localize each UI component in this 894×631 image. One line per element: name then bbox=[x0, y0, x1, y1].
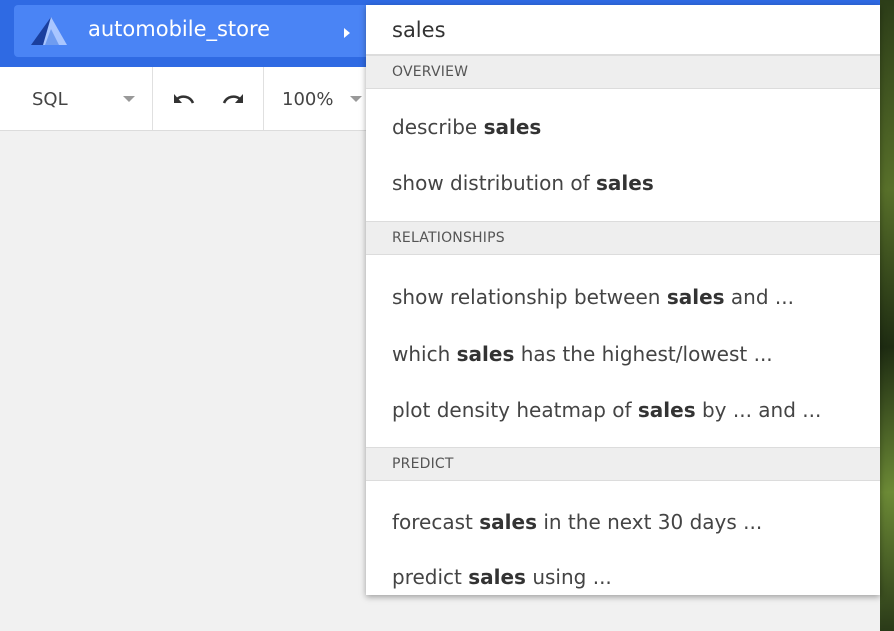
undo-icon[interactable] bbox=[171, 89, 197, 109]
section-header-label: RELATIONSHIPS bbox=[392, 230, 505, 246]
redo-icon[interactable] bbox=[220, 89, 246, 109]
suggestion-item[interactable]: describe sales bbox=[366, 102, 880, 154]
suggestion-text: forecast sales in the next 30 days ... bbox=[392, 510, 763, 534]
chevron-down-icon[interactable] bbox=[123, 96, 135, 102]
suggestion-item[interactable]: plot density heatmap of sales by ... and… bbox=[366, 385, 880, 437]
section-header-label: PREDICT bbox=[392, 456, 454, 472]
suggestion-text: which sales has the highest/lowest ... bbox=[392, 342, 773, 366]
suggestion-text: describe sales bbox=[392, 115, 542, 139]
zoom-select[interactable]: 100% bbox=[282, 89, 333, 110]
chevron-right-icon[interactable] bbox=[344, 28, 350, 38]
datasource-name: automobile_store bbox=[88, 17, 271, 41]
toolbar-divider bbox=[152, 67, 153, 130]
search-box bbox=[366, 5, 880, 55]
suggestion-item[interactable]: show distribution of sales bbox=[366, 158, 880, 210]
autocomplete-dropdown: OVERVIEW describe sales show distributio… bbox=[366, 5, 880, 595]
chevron-down-icon[interactable] bbox=[350, 96, 362, 102]
triangle-sail-logo-icon bbox=[31, 17, 67, 45]
suggestion-text: plot density heatmap of sales by ... and… bbox=[392, 398, 822, 422]
language-select[interactable]: SQL bbox=[32, 89, 68, 110]
search-input[interactable] bbox=[392, 13, 852, 47]
background-image-strip bbox=[880, 0, 894, 631]
section-header-overview: OVERVIEW bbox=[366, 55, 880, 89]
section-header-predict: PREDICT bbox=[366, 447, 880, 481]
suggestion-text: show relationship between sales and ... bbox=[392, 285, 794, 309]
suggestion-text: show distribution of sales bbox=[392, 171, 654, 195]
section-header-label: OVERVIEW bbox=[392, 64, 469, 80]
suggestion-item[interactable]: predict sales using ... bbox=[366, 552, 880, 595]
suggestion-item[interactable]: show relationship between sales and ... bbox=[366, 272, 880, 324]
suggestion-item[interactable]: forecast sales in the next 30 days ... bbox=[366, 497, 880, 549]
suggestion-text: predict sales using ... bbox=[392, 565, 612, 589]
toolbar-divider bbox=[263, 67, 264, 130]
suggestion-item[interactable]: which sales has the highest/lowest ... bbox=[366, 329, 880, 381]
datasource-selector[interactable]: automobile_store bbox=[14, 5, 366, 57]
section-header-relationships: RELATIONSHIPS bbox=[366, 221, 880, 255]
